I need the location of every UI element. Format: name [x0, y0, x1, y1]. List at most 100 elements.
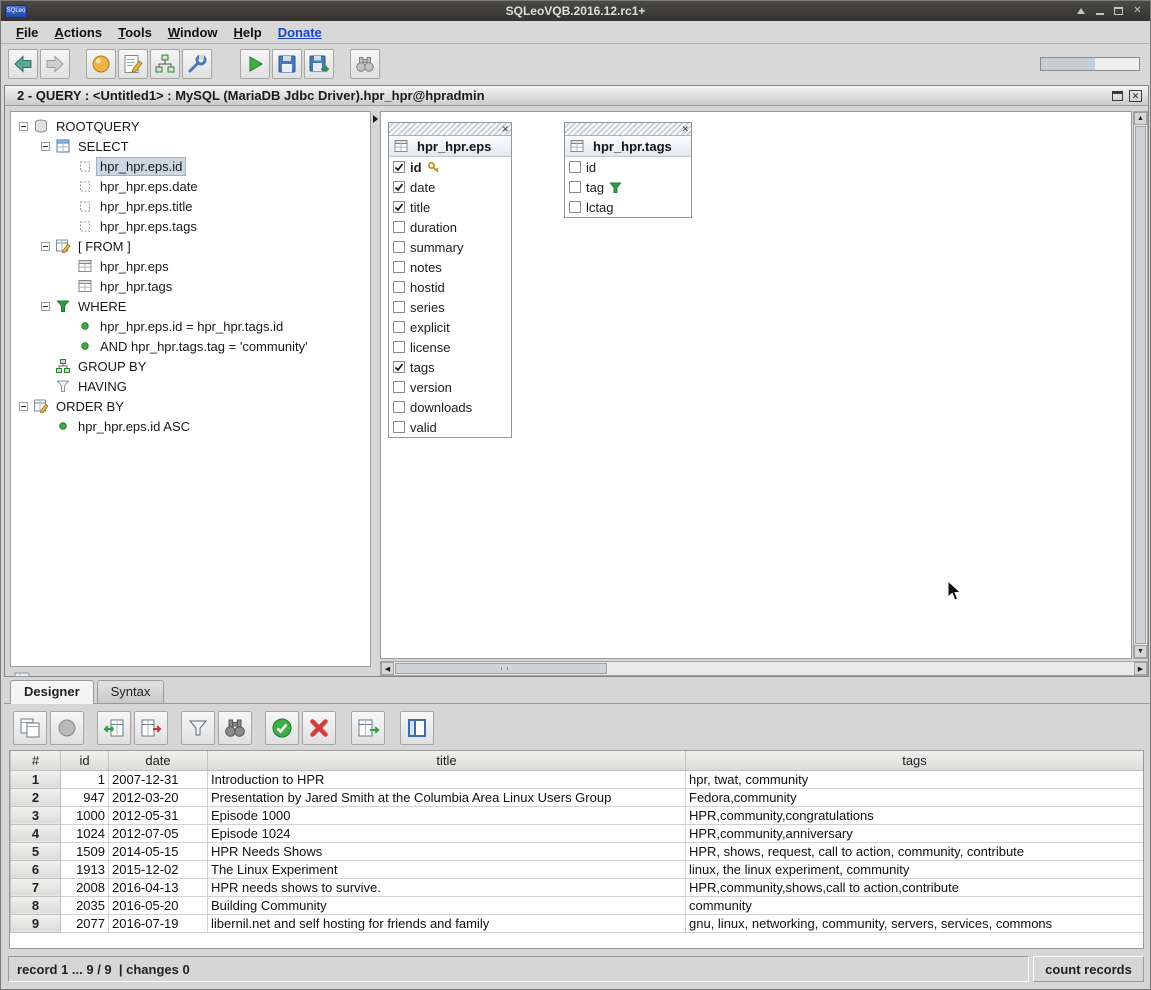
table-row[interactable]: 920772016-07-19libernil.net and self hos… [11, 914, 1144, 932]
designer-canvas[interactable]: ✕hpr_hpr.epsiddatetitledurationsummaryno… [380, 111, 1132, 659]
titlebar[interactable]: SQLeo SQLeoVQB.2016.12.rc1+ ✕ [1, 1, 1150, 21]
results-header[interactable]: id [61, 751, 109, 770]
column-checkbox[interactable] [569, 201, 581, 213]
close-icon[interactable]: ✕ [681, 123, 689, 135]
run-play-button[interactable] [240, 49, 270, 79]
column-checkbox[interactable] [393, 261, 405, 273]
column-row[interactable]: title [389, 197, 511, 217]
cell-date[interactable]: 2016-05-20 [109, 896, 208, 914]
count-records-button[interactable]: count records [1033, 956, 1144, 982]
column-row[interactable]: series [389, 297, 511, 317]
cell-id[interactable]: 947 [61, 788, 109, 806]
cell-date[interactable]: 2016-04-13 [109, 878, 208, 896]
cell-date[interactable]: 2007-12-31 [109, 770, 208, 788]
cell-title[interactable]: The Linux Experiment [208, 860, 686, 878]
scroll-down-icon[interactable]: ▼ [1134, 645, 1147, 658]
collapse-icon[interactable] [41, 142, 50, 151]
cell-tags[interactable]: linux, the linux experiment, community [686, 860, 1144, 878]
tree-item[interactable]: hpr_hpr.eps [11, 256, 370, 276]
tree-item[interactable]: [ FROM ] [11, 236, 370, 256]
cell-tags[interactable]: community [686, 896, 1144, 914]
menu-tools[interactable]: Tools [110, 23, 160, 42]
column-checkbox[interactable] [393, 221, 405, 233]
column-checkbox[interactable] [393, 421, 405, 433]
table-row[interactable]: 410242012-07-05Episode 1024HPR,community… [11, 824, 1144, 842]
query-frame-titlebar[interactable]: 2 - QUERY : <Untitled1> : MySQL (MariaDB… [5, 86, 1148, 106]
vertical-scroll-thumb[interactable] [1135, 126, 1146, 644]
cell-tags[interactable]: HPR,community,anniversary [686, 824, 1144, 842]
close-icon[interactable]: ✕ [501, 123, 509, 135]
shade-icon[interactable] [1073, 5, 1088, 18]
card-drag-handle[interactable]: ✕ [389, 123, 511, 136]
column-row[interactable]: explicit [389, 317, 511, 337]
connection-button[interactable] [86, 49, 116, 79]
cell-id[interactable]: 2035 [61, 896, 109, 914]
cell-date[interactable]: 2014-05-15 [109, 842, 208, 860]
column-checkbox[interactable] [393, 241, 405, 253]
save-disk-button[interactable] [272, 49, 302, 79]
column-checkbox[interactable] [393, 341, 405, 353]
back-arrow-button[interactable] [8, 49, 38, 79]
table-card[interactable]: ✕hpr_hpr.tagsidtaglctag [564, 122, 692, 218]
tree-item[interactable]: hpr_hpr.eps.id = hpr_hpr.tags.id [11, 316, 370, 336]
cell-title[interactable]: Episode 1000 [208, 806, 686, 824]
results-table[interactable]: #iddatetitletags112007-12-31Introduction… [10, 751, 1144, 933]
tree-item[interactable]: hpr_hpr.eps.tags [11, 216, 370, 236]
table-row[interactable]: 310002012-05-31Episode 1000HPR,community… [11, 806, 1144, 824]
table-card[interactable]: ✕hpr_hpr.epsiddatetitledurationsummaryno… [388, 122, 512, 438]
column-row[interactable]: version [389, 377, 511, 397]
cell-title[interactable]: libernil.net and self hosting for friend… [208, 914, 686, 932]
column-checkbox[interactable] [393, 321, 405, 333]
column-checkbox[interactable] [569, 161, 581, 173]
cell-id[interactable]: 1024 [61, 824, 109, 842]
tree-item[interactable]: hpr_hpr.eps.date [11, 176, 370, 196]
column-setup-button[interactable] [400, 711, 434, 745]
cell-title[interactable]: Introduction to HPR [208, 770, 686, 788]
cell-title[interactable]: Presentation by Jared Smith at the Colum… [208, 788, 686, 806]
cancel-x-button[interactable] [302, 711, 336, 745]
column-checkbox[interactable] [393, 181, 405, 193]
table-row[interactable]: 515092014-05-15HPR Needs ShowsHPR, shows… [11, 842, 1144, 860]
column-checkbox[interactable] [393, 301, 405, 313]
table-row[interactable]: 29472012-03-20Presentation by Jared Smit… [11, 788, 1144, 806]
tab-syntax[interactable]: Syntax [97, 680, 165, 703]
cell-date[interactable]: 2012-05-31 [109, 806, 208, 824]
save-as-disk-button[interactable] [304, 49, 334, 79]
column-row[interactable]: notes [389, 257, 511, 277]
filter-funnel-button[interactable] [181, 711, 215, 745]
cell-id[interactable]: 1 [61, 770, 109, 788]
cell-id[interactable]: 2077 [61, 914, 109, 932]
menu-donate[interactable]: Donate [270, 23, 330, 42]
column-row[interactable]: tags [389, 357, 511, 377]
cell-tags[interactable]: gnu, linux, networking, community, serve… [686, 914, 1144, 932]
grid-prev-button[interactable] [97, 711, 131, 745]
column-row[interactable]: id [389, 157, 511, 177]
tree-item[interactable]: SELECT [11, 136, 370, 156]
tree-item[interactable]: ROOTQUERY [11, 116, 370, 136]
column-row[interactable]: duration [389, 217, 511, 237]
card-title[interactable]: hpr_hpr.tags [565, 136, 691, 157]
schema-tree-button[interactable] [150, 49, 180, 79]
column-row[interactable]: license [389, 337, 511, 357]
cell-tags[interactable]: HPR,community,shows,call to action,contr… [686, 878, 1144, 896]
column-row[interactable]: downloads [389, 397, 511, 417]
cell-tags[interactable]: HPR, shows, request, call to action, com… [686, 842, 1144, 860]
column-row[interactable]: tag [565, 177, 691, 197]
minimize-icon[interactable] [1092, 5, 1107, 18]
card-drag-handle[interactable]: ✕ [565, 123, 691, 136]
column-checkbox[interactable] [393, 161, 405, 173]
find-binoculars-button[interactable] [218, 711, 252, 745]
tab-designer[interactable]: Designer [10, 680, 94, 704]
collapse-icon[interactable] [41, 242, 50, 251]
cell-date[interactable]: 2012-03-20 [109, 788, 208, 806]
table-row[interactable]: 619132015-12-02The Linux Experimentlinux… [11, 860, 1144, 878]
tree-item[interactable]: GROUP BY [11, 356, 370, 376]
cell-date[interactable]: 2015-12-02 [109, 860, 208, 878]
scroll-left-icon[interactable]: ◀ [381, 662, 394, 675]
cell-title[interactable]: Episode 1024 [208, 824, 686, 842]
tree-item[interactable]: hpr_hpr.tags [11, 276, 370, 296]
splitter[interactable] [372, 111, 380, 667]
table-row[interactable]: 720082016-04-13HPR needs shows to surviv… [11, 878, 1144, 896]
column-checkbox[interactable] [393, 381, 405, 393]
results-header[interactable]: title [208, 751, 686, 770]
